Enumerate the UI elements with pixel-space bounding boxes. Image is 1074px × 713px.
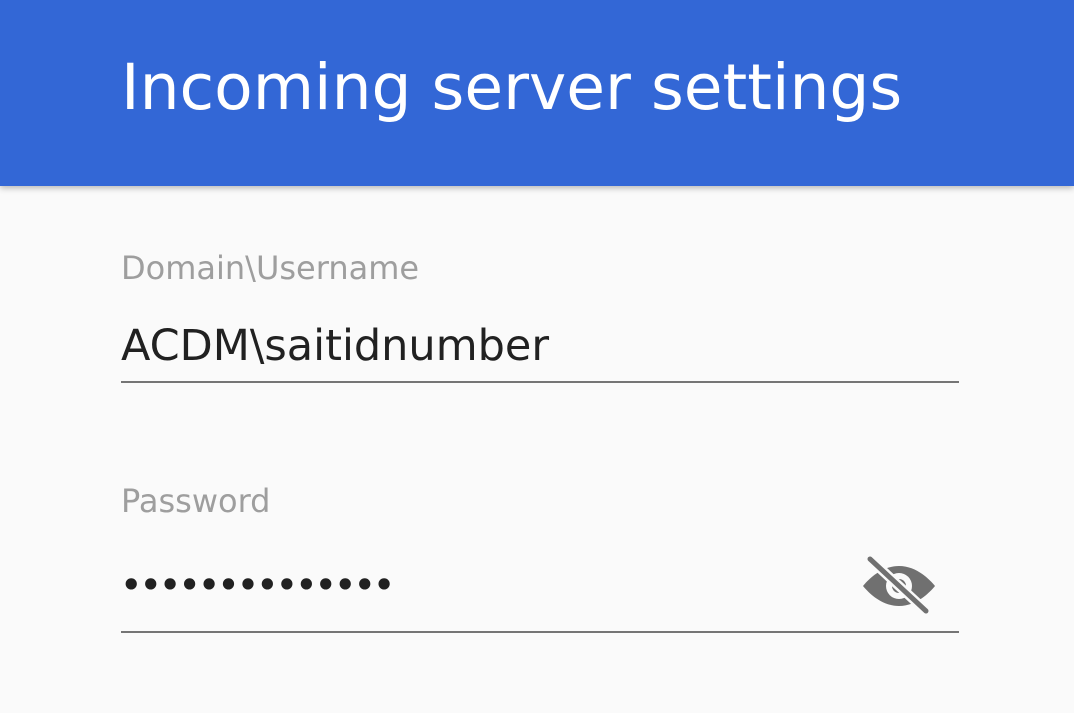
app-bar: Incoming server settings (0, 0, 1074, 186)
page-title: Incoming server settings (121, 51, 903, 124)
username-label: Domain\Username (121, 249, 420, 287)
username-field[interactable]: Domain\Username ACDM\saitidnumber (121, 248, 959, 388)
username-input[interactable]: ACDM\saitidnumber (121, 320, 549, 372)
password-input[interactable]: •••••••••••••• (121, 559, 394, 611)
password-field[interactable]: Password •••••••••••••• (121, 481, 959, 636)
visibility-off-icon-graphic (863, 554, 935, 616)
password-underline (121, 631, 959, 633)
username-underline (121, 381, 959, 383)
visibility-off-icon[interactable] (861, 553, 937, 619)
password-label: Password (121, 482, 271, 520)
